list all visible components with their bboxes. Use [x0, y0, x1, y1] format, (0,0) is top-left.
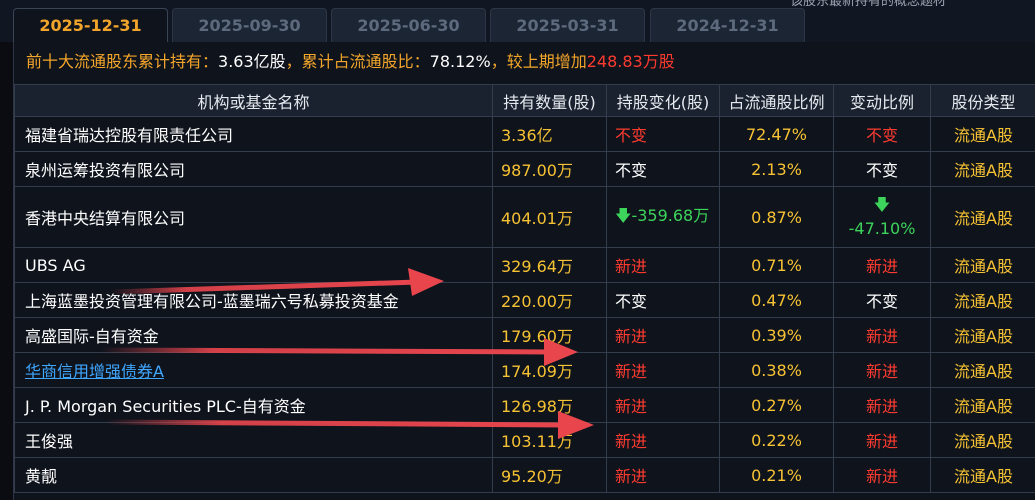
holding-change: 新进 — [606, 352, 720, 388]
shareholder-panel: 前十大流通股东累计持有：3.63亿股，累计占流通股比：78.12%，较上期增加2… — [13, 42, 1035, 500]
table-row: UBS AG 329.64万 新进 0.71% 新进 流通A股 — [14, 247, 1035, 283]
holding-change: 新进 — [606, 422, 720, 458]
holding-quantity: 95.20万 — [492, 457, 607, 493]
table-row: 王俊强 103.11万 新进 0.22% 新进 流通A股 — [14, 422, 1035, 458]
holding-quantity: 103.11万 — [492, 422, 607, 458]
float-ratio: 2.13% — [719, 151, 834, 187]
table-row: 高盛国际-自有资金 179.60万 新进 0.39% 新进 流通A股 — [14, 317, 1035, 353]
table-row: 福建省瑞达控股有限责任公司 3.36亿 不变 72.47% 不变 流通A股 — [14, 116, 1035, 152]
share-type: 流通A股 — [930, 116, 1035, 152]
holding-quantity: 174.09万 — [492, 352, 607, 388]
change-ratio: 新进 — [833, 422, 931, 458]
tab-2025-06-30[interactable]: 2025-06-30 — [331, 8, 486, 42]
float-ratio: 0.22% — [719, 422, 834, 458]
concept-link-note[interactable]: 该股东最新持有的概念题材 — [790, 0, 946, 9]
tab-2025-09-30[interactable]: 2025-09-30 — [172, 8, 327, 42]
float-ratio: 0.47% — [719, 282, 834, 318]
holding-change: 新进 — [606, 457, 720, 493]
holder-name: 王俊强 — [14, 422, 493, 458]
table-row: 黄靓 95.20万 新进 0.21% 新进 流通A股 — [14, 457, 1035, 493]
top-holders-table: 机构或基金名称 持有数量(股) 持股变化(股) 占流通股比例 变动比例 股份类型… — [14, 84, 1035, 493]
share-type: 流通A股 — [930, 387, 1035, 423]
col-header-ratio[interactable]: 占流通股比例 — [719, 84, 834, 117]
col-header-type[interactable]: 股份类型 — [930, 84, 1035, 117]
holding-summary: 前十大流通股东累计持有：3.63亿股，累计占流通股比：78.12%，较上期增加2… — [14, 42, 1035, 82]
table-row: 香港中央结算有限公司 404.01万 🡇-359.68万 0.87% 🡇 -47… — [14, 186, 1035, 248]
col-header-variation[interactable]: 变动比例 — [833, 84, 931, 117]
summary-change-value: 248.83万股 — [586, 52, 675, 71]
change-ratio: 新进 — [833, 457, 931, 493]
down-arrow-icon: 🡇 — [873, 195, 891, 214]
holding-quantity: 329.64万 — [492, 247, 607, 283]
holding-change: 新进 — [606, 387, 720, 423]
float-ratio: 0.27% — [719, 387, 834, 423]
holder-name: UBS AG — [14, 247, 493, 283]
share-type: 流通A股 — [930, 151, 1035, 187]
summary-label-ratio: ，累计占流通股比： — [285, 52, 430, 71]
table-header-row: 机构或基金名称 持有数量(股) 持股变化(股) 占流通股比例 变动比例 股份类型 — [14, 84, 1035, 117]
holding-change-cell: 🡇-359.68万 — [606, 186, 720, 248]
holder-name: 香港中央结算有限公司 — [14, 186, 493, 248]
table-row: 泉州运筹投资有限公司 987.00万 不变 2.13% 不变 流通A股 — [14, 151, 1035, 187]
holding-change: -359.68万 — [631, 206, 710, 225]
col-header-change[interactable]: 持股变化(股) — [606, 84, 720, 117]
float-ratio: 0.39% — [719, 317, 834, 353]
holding-change: 不变 — [606, 116, 720, 152]
report-date-tabs: 2025-12-31 2025-09-30 2025-06-30 2025-03… — [0, 0, 1035, 42]
share-type: 流通A股 — [930, 352, 1035, 388]
holder-name-link[interactable]: 华商信用增强债券A — [14, 352, 493, 388]
holding-quantity: 987.00万 — [492, 151, 607, 187]
holder-name: 泉州运筹投资有限公司 — [14, 151, 493, 187]
change-ratio: 新进 — [833, 387, 931, 423]
holding-quantity: 179.60万 — [492, 317, 607, 353]
tab-2025-12-31[interactable]: 2025-12-31 — [13, 8, 168, 42]
table-row: 华商信用增强债券A 174.09万 新进 0.38% 新进 流通A股 — [14, 352, 1035, 388]
holder-name: 黄靓 — [14, 457, 493, 493]
holding-quantity: 126.98万 — [492, 387, 607, 423]
holding-change: 新进 — [606, 247, 720, 283]
table-row: 上海蓝墨投资管理有限公司-蓝墨瑞六号私募投资基金 220.00万 不变 0.47… — [14, 282, 1035, 318]
share-type: 流通A股 — [930, 422, 1035, 458]
summary-label-change: ，较上期增加 — [490, 52, 587, 71]
col-header-quantity[interactable]: 持有数量(股) — [492, 84, 607, 117]
holder-name: 福建省瑞达控股有限责任公司 — [14, 116, 493, 152]
holding-quantity: 404.01万 — [492, 186, 607, 248]
table-row: J. P. Morgan Securities PLC-自有资金 126.98万… — [14, 387, 1035, 423]
change-ratio: 不变 — [833, 151, 931, 187]
change-ratio: 新进 — [833, 352, 931, 388]
change-ratio-cell: 🡇 -47.10% — [833, 186, 931, 248]
summary-total-value: 3.63亿股 — [218, 52, 286, 71]
holding-change: 不变 — [606, 151, 720, 187]
float-ratio: 0.71% — [719, 247, 834, 283]
col-header-name[interactable]: 机构或基金名称 — [14, 84, 493, 117]
holder-name: 高盛国际-自有资金 — [14, 317, 493, 353]
share-type: 流通A股 — [930, 317, 1035, 353]
share-type: 流通A股 — [930, 186, 1035, 248]
holding-change: 不变 — [606, 282, 720, 318]
change-ratio: 不变 — [833, 282, 931, 318]
share-type: 流通A股 — [930, 282, 1035, 318]
float-ratio: 72.47% — [719, 116, 834, 152]
holding-quantity: 220.00万 — [492, 282, 607, 318]
down-arrow-icon: 🡇 — [615, 206, 632, 225]
summary-ratio-value: 78.12% — [429, 52, 491, 71]
change-ratio: 新进 — [833, 247, 931, 283]
holder-name: 上海蓝墨投资管理有限公司-蓝墨瑞六号私募投资基金 — [14, 282, 493, 318]
change-ratio: 新进 — [833, 317, 931, 353]
summary-label-total: 前十大流通股东累计持有： — [26, 52, 219, 71]
holder-name: J. P. Morgan Securities PLC-自有资金 — [14, 387, 493, 423]
tab-2025-03-31[interactable]: 2025-03-31 — [490, 8, 645, 42]
float-ratio: 0.87% — [719, 186, 834, 248]
share-type: 流通A股 — [930, 457, 1035, 493]
share-type: 流通A股 — [930, 247, 1035, 283]
change-ratio: -47.10% — [848, 219, 916, 238]
tab-2024-12-31[interactable]: 2024-12-31 — [650, 8, 805, 42]
holding-quantity: 3.36亿 — [492, 116, 607, 152]
float-ratio: 0.38% — [719, 352, 834, 388]
change-ratio: 不变 — [833, 116, 931, 152]
holding-change: 新进 — [606, 317, 720, 353]
float-ratio: 0.21% — [719, 457, 834, 493]
